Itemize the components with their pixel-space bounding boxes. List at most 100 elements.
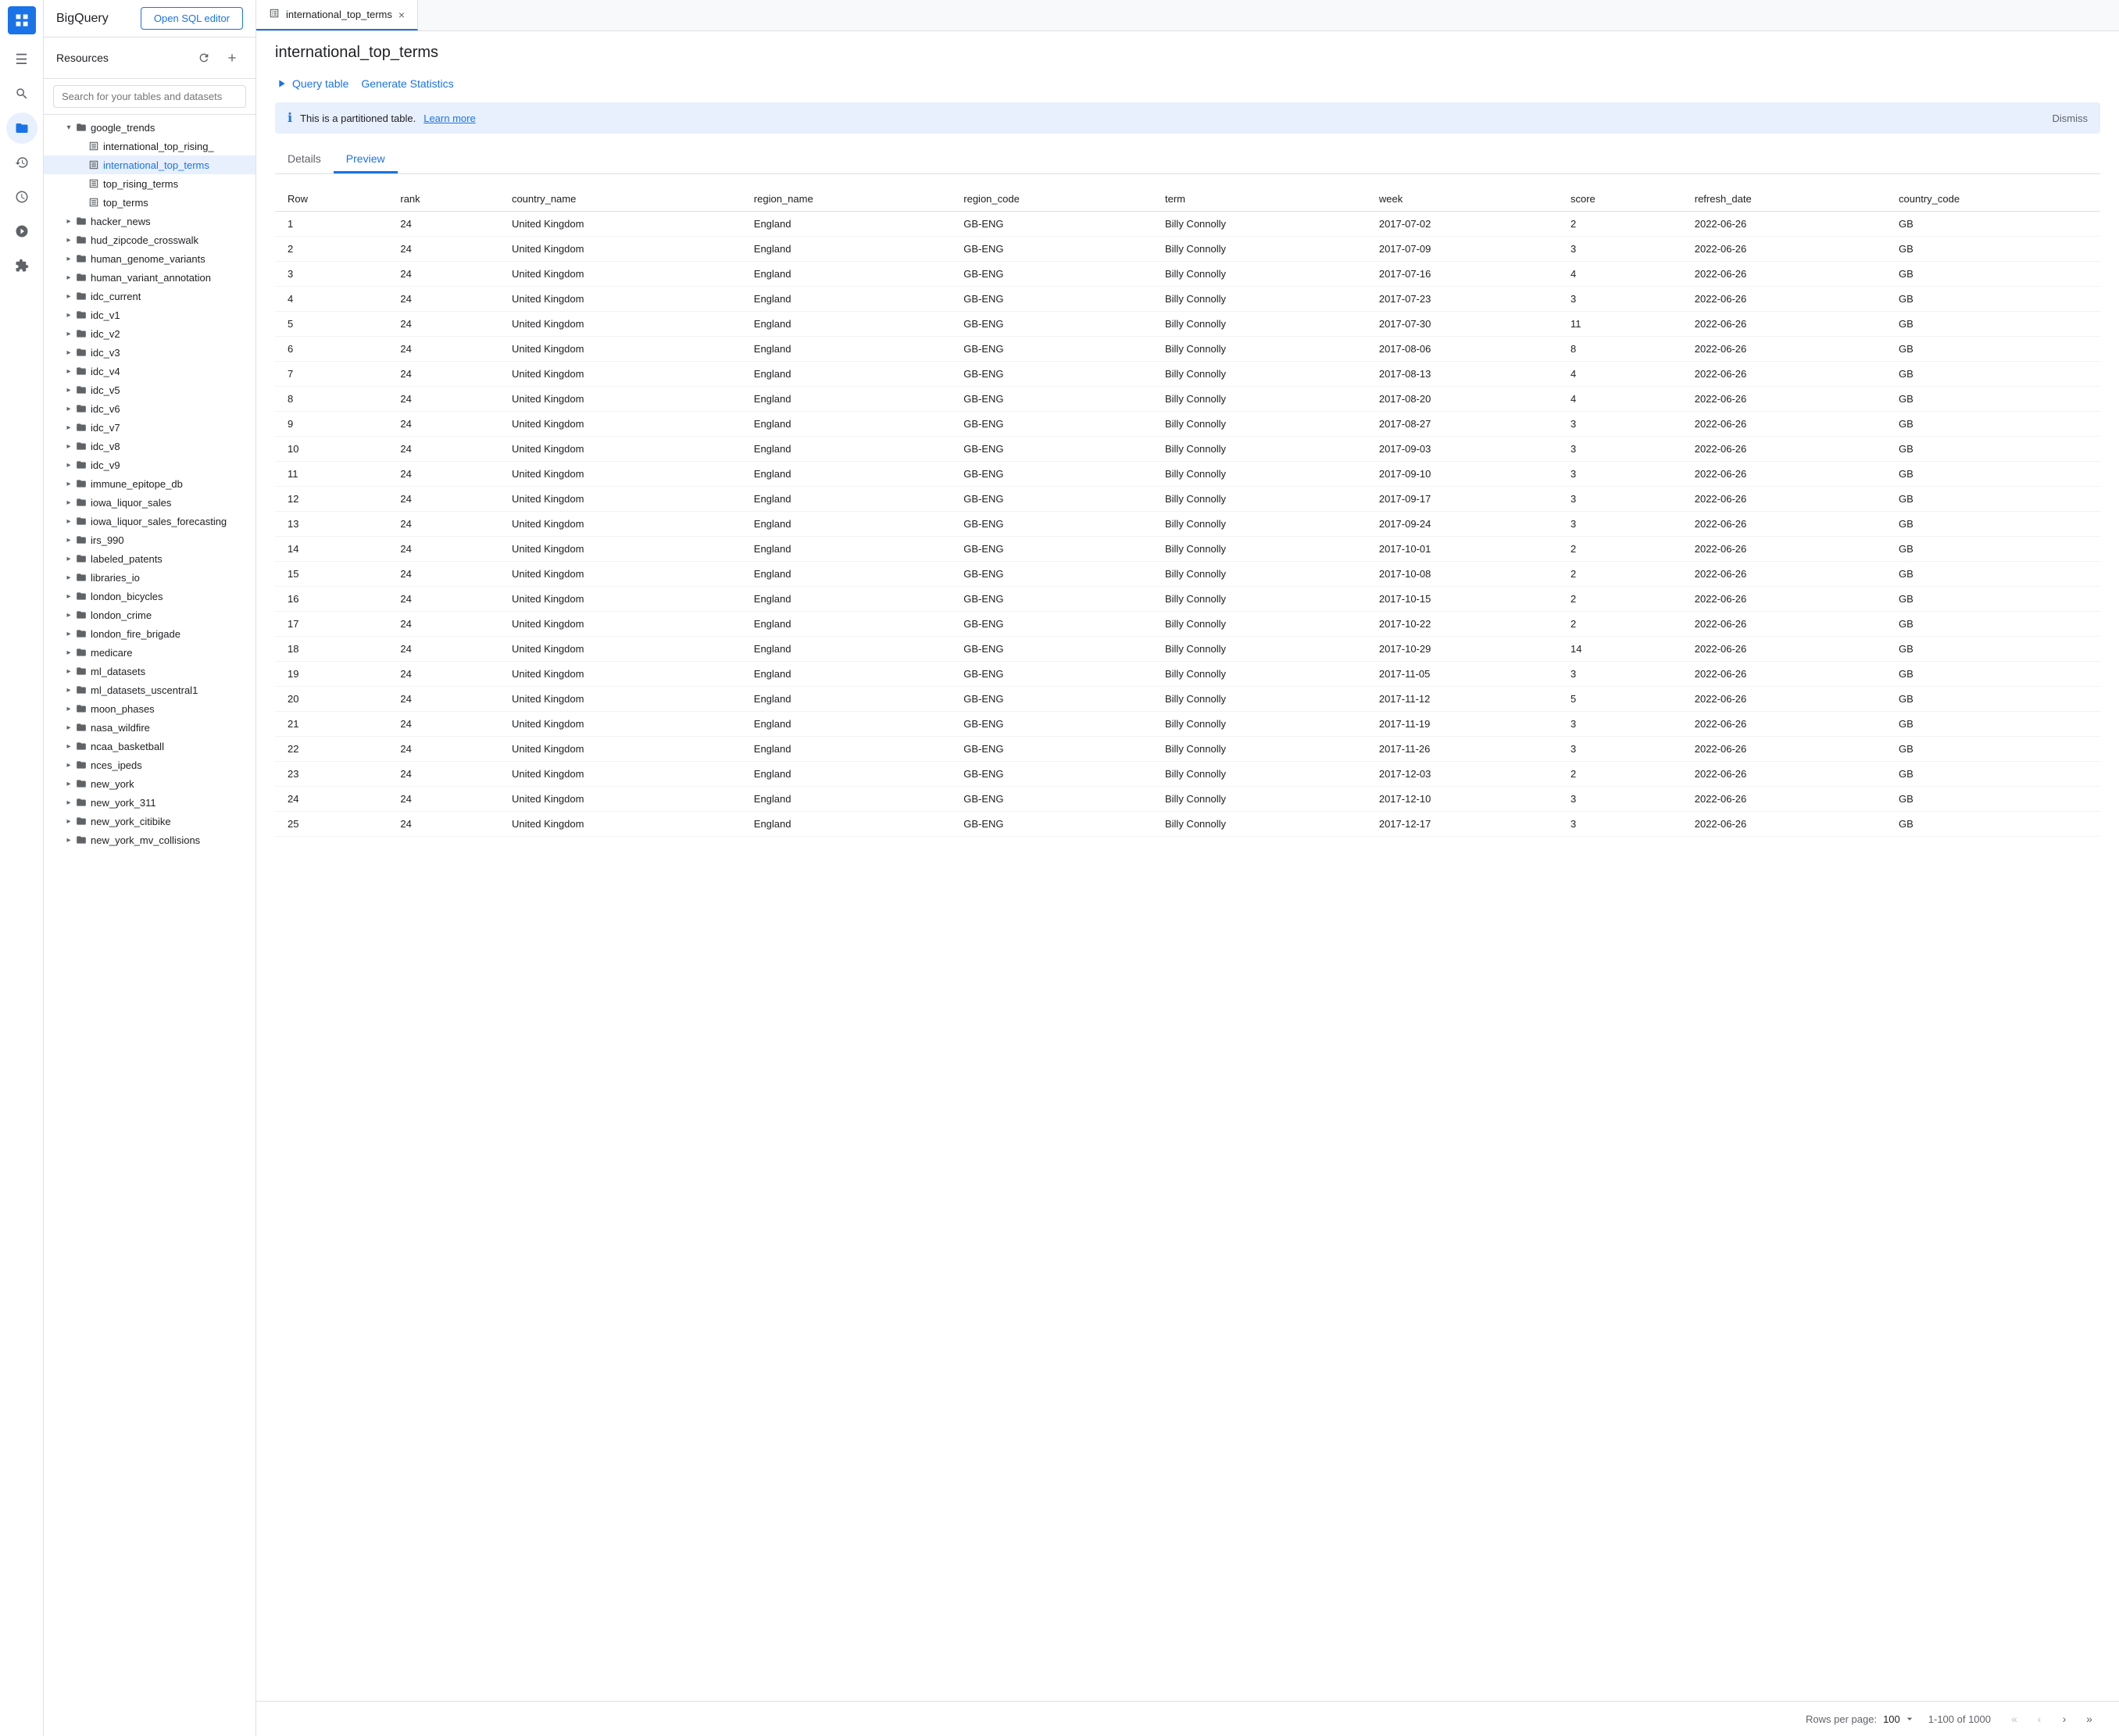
cell-Row: 25 (275, 812, 388, 837)
sidebar-item-idc_v1[interactable]: ▸idc_v1 (44, 305, 255, 324)
col-header-score: score (1558, 187, 1682, 212)
cell-rank: 24 (388, 362, 499, 387)
cell-Row: 3 (275, 262, 388, 287)
cell-country_code: GB (1886, 612, 2100, 637)
dismiss-button[interactable]: Dismiss (2053, 113, 2089, 124)
prev-page-button[interactable]: ‹ (2028, 1708, 2050, 1730)
sidebar-item-google_trends[interactable]: ▾google_trends (44, 118, 255, 137)
cell-Row: 2 (275, 237, 388, 262)
schedule-icon[interactable] (6, 181, 38, 213)
cell-region_name: England (741, 562, 951, 587)
sidebar-item-new_york[interactable]: ▸new_york (44, 774, 255, 793)
sidebar-item-ml_datasets_uscentral1[interactable]: ▸ml_datasets_uscentral1 (44, 680, 255, 699)
sidebar-item-irs_990[interactable]: ▸irs_990 (44, 530, 255, 549)
cell-rank: 24 (388, 387, 499, 412)
cell-country_code: GB (1886, 637, 2100, 662)
table-row: 2324United KingdomEnglandGB-ENGBilly Con… (275, 762, 2100, 787)
sidebar-item-hacker_news[interactable]: ▸hacker_news (44, 212, 255, 230)
cell-country_code: GB (1886, 562, 2100, 587)
sidebar-item-label-hud_zipcode_crosswalk: hud_zipcode_crosswalk (91, 234, 198, 246)
sidebar-item-idc_v9[interactable]: ▸idc_v9 (44, 455, 255, 474)
tab-details[interactable]: Details (275, 146, 334, 173)
tab-close-button[interactable]: × (398, 9, 405, 21)
history-icon[interactable] (6, 147, 38, 178)
search-input[interactable] (53, 85, 246, 108)
cell-country_name: United Kingdom (499, 437, 741, 462)
cell-score: 5 (1558, 687, 1682, 712)
sidebar-item-london_crime[interactable]: ▸london_crime (44, 605, 255, 624)
sidebar-item-idc_v8[interactable]: ▸idc_v8 (44, 437, 255, 455)
cell-term: Billy Connolly (1152, 687, 1367, 712)
sidebar-item-label-idc_v6: idc_v6 (91, 403, 120, 415)
resources-icon[interactable] (6, 113, 38, 144)
active-tab[interactable]: international_top_terms × (256, 0, 418, 30)
cell-week: 2017-08-06 (1367, 337, 1558, 362)
app-logo (8, 6, 36, 34)
rows-dropdown[interactable]: 100 (1883, 1713, 1916, 1725)
cell-region_code: GB-ENG (951, 237, 1152, 262)
sidebar-item-moon_phases[interactable]: ▸moon_phases (44, 699, 255, 718)
sidebar-item-new_york_311[interactable]: ▸new_york_311 (44, 793, 255, 812)
table-row: 1924United KingdomEnglandGB-ENGBilly Con… (275, 662, 2100, 687)
cell-Row: 5 (275, 312, 388, 337)
sidebar-item-label-idc_v8: idc_v8 (91, 441, 120, 452)
cell-region_name: England (741, 712, 951, 737)
sidebar-item-label-new_york_citibike: new_york_citibike (91, 816, 171, 827)
tab-preview[interactable]: Preview (334, 146, 398, 173)
sidebar-item-idc_v2[interactable]: ▸idc_v2 (44, 324, 255, 343)
cell-score: 3 (1558, 237, 1682, 262)
sidebar-item-hud_zipcode_crosswalk[interactable]: ▸hud_zipcode_crosswalk (44, 230, 255, 249)
search-nav-icon[interactable] (6, 78, 38, 109)
sidebar-item-medicare[interactable]: ▸medicare (44, 643, 255, 662)
menu-icon[interactable]: ☰ (6, 44, 38, 75)
sidebar-item-idc_v7[interactable]: ▸idc_v7 (44, 418, 255, 437)
sidebar-item-idc_v5[interactable]: ▸idc_v5 (44, 380, 255, 399)
sidebar-item-human_genome_variants[interactable]: ▸human_genome_variants (44, 249, 255, 268)
sidebar-item-ncaa_basketball[interactable]: ▸ncaa_basketball (44, 737, 255, 755)
sidebar-item-idc_v3[interactable]: ▸idc_v3 (44, 343, 255, 362)
sidebar-item-top_terms[interactable]: top_terms (44, 193, 255, 212)
cell-term: Billy Connolly (1152, 362, 1367, 387)
last-page-button[interactable]: » (2078, 1708, 2100, 1730)
sidebar-item-international_top_terms[interactable]: international_top_terms (44, 155, 255, 174)
cell-region_code: GB-ENG (951, 287, 1152, 312)
sidebar-item-top_rising_terms[interactable]: top_rising_terms (44, 174, 255, 193)
cell-region_name: England (741, 787, 951, 812)
sidebar-item-nces_ipeds[interactable]: ▸nces_ipeds (44, 755, 255, 774)
sidebar-item-human_variant_annotation[interactable]: ▸human_variant_annotation (44, 268, 255, 287)
sidebar-item-nasa_wildfire[interactable]: ▸nasa_wildfire (44, 718, 255, 737)
cell-country_code: GB (1886, 337, 2100, 362)
sidebar-item-libraries_io[interactable]: ▸libraries_io (44, 568, 255, 587)
cell-refresh_date: 2022-06-26 (1682, 212, 1886, 237)
sidebar-item-london_bicycles[interactable]: ▸london_bicycles (44, 587, 255, 605)
sidebar-item-labeled_patents[interactable]: ▸labeled_patents (44, 549, 255, 568)
extensions-icon[interactable] (6, 250, 38, 281)
cell-term: Billy Connolly (1152, 237, 1367, 262)
learn-more-link[interactable]: Learn more (423, 113, 475, 124)
first-page-button[interactable]: « (2003, 1708, 2025, 1730)
col-header-rank: rank (388, 187, 499, 212)
left-navigation: ☰ (0, 0, 44, 1736)
cell-Row: 8 (275, 387, 388, 412)
sidebar-item-idc_current[interactable]: ▸idc_current (44, 287, 255, 305)
open-sql-button[interactable]: Open SQL editor (141, 7, 243, 30)
cell-country_name: United Kingdom (499, 462, 741, 487)
sidebar-item-new_york_mv_collisions[interactable]: ▸new_york_mv_collisions (44, 830, 255, 849)
sidebar-item-international_top_rising[interactable]: international_top_rising_ (44, 137, 255, 155)
sidebar-item-ml_datasets[interactable]: ▸ml_datasets (44, 662, 255, 680)
sidebar-item-iowa_liquor_sales[interactable]: ▸iowa_liquor_sales (44, 493, 255, 512)
sidebar-item-idc_v4[interactable]: ▸idc_v4 (44, 362, 255, 380)
add-button[interactable] (221, 47, 243, 69)
sidebar-item-idc_v6[interactable]: ▸idc_v6 (44, 399, 255, 418)
refresh-button[interactable] (193, 47, 215, 69)
sidebar-item-immune_epitope_db[interactable]: ▸immune_epitope_db (44, 474, 255, 493)
next-page-button[interactable]: › (2053, 1708, 2075, 1730)
sidebar-item-new_york_citibike[interactable]: ▸new_york_citibike (44, 812, 255, 830)
cell-score: 3 (1558, 487, 1682, 512)
query-table-button[interactable]: Query table (275, 74, 348, 93)
sidebar-item-london_fire_brigade[interactable]: ▸london_fire_brigade (44, 624, 255, 643)
sidebar-item-iowa_liquor_sales_forecasting[interactable]: ▸iowa_liquor_sales_forecasting (44, 512, 255, 530)
explore-icon[interactable] (6, 216, 38, 247)
cell-region_code: GB-ENG (951, 562, 1152, 587)
generate-statistics-button[interactable]: Generate Statistics (361, 74, 453, 93)
